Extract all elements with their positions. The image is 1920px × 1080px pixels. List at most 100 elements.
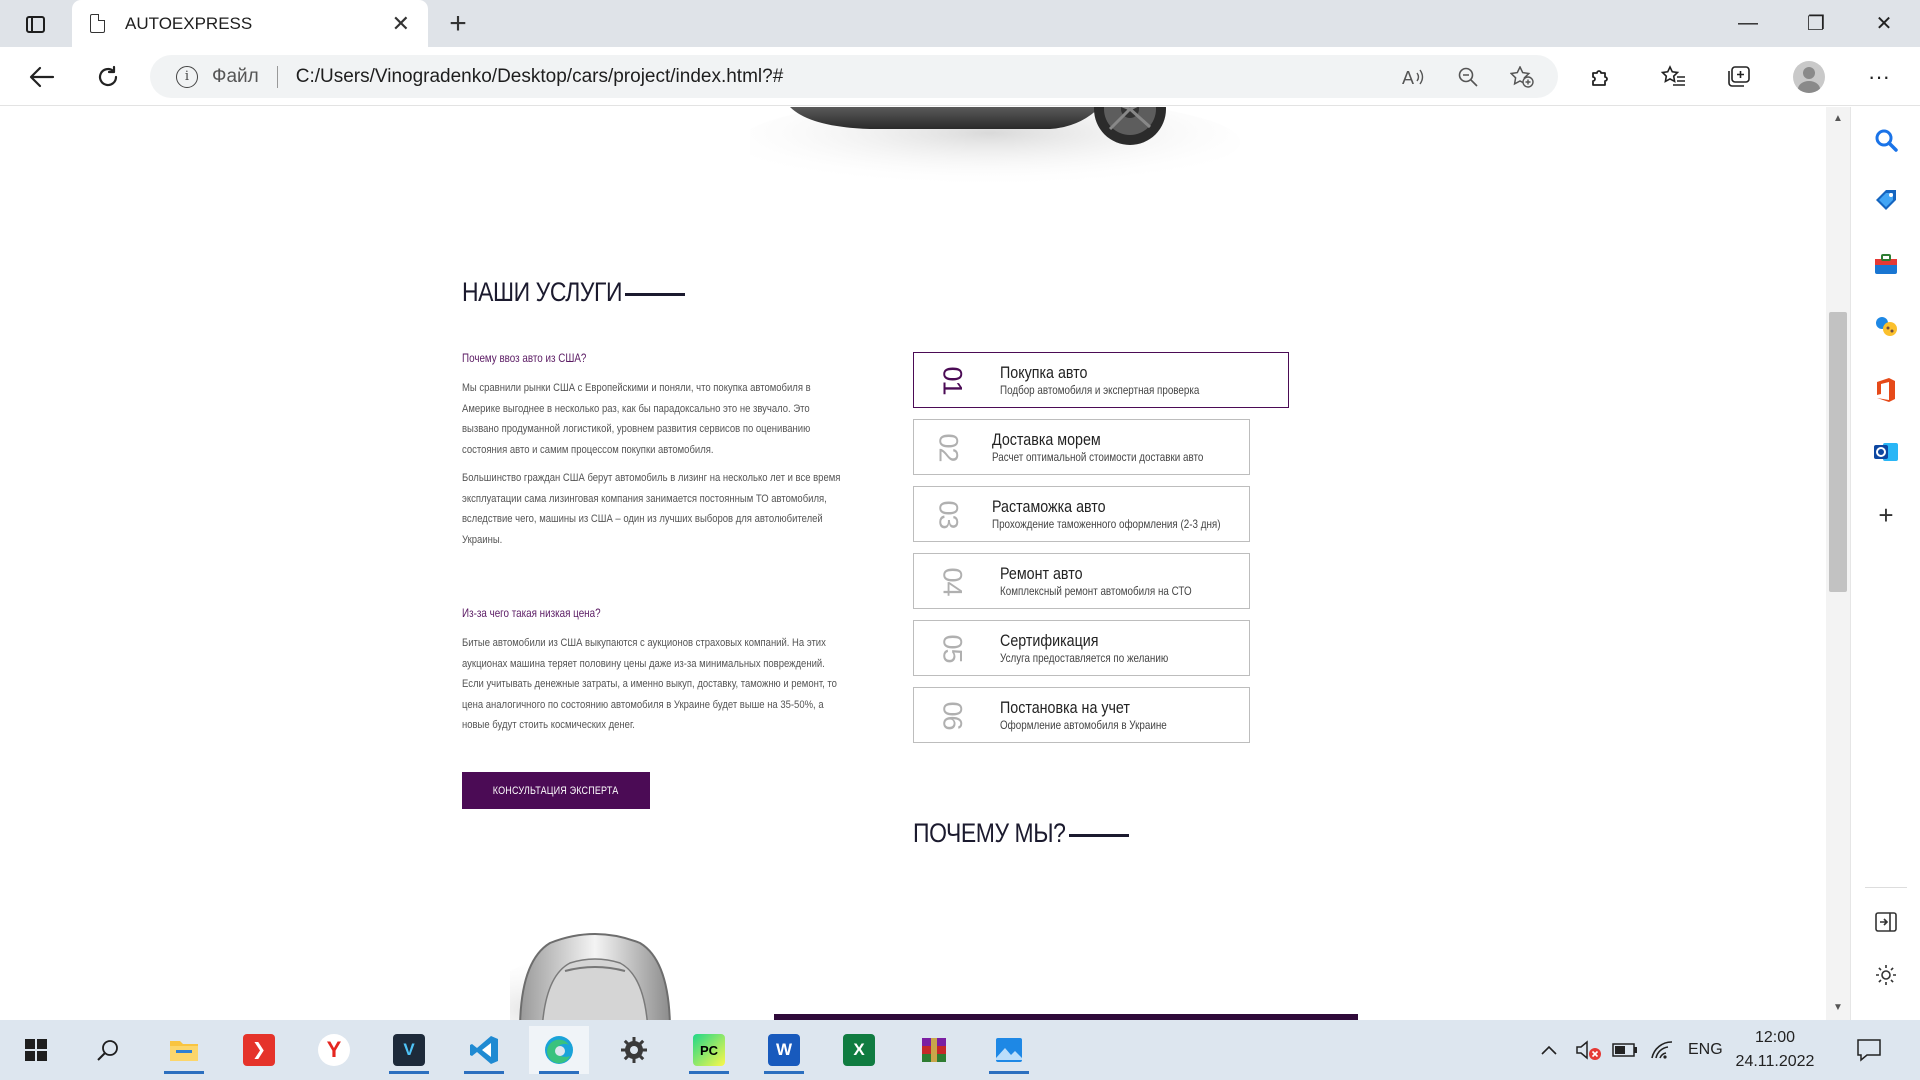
car-image-bottom	[510, 933, 671, 1020]
winrar-app[interactable]	[904, 1026, 964, 1074]
scrollbar-thumb[interactable]	[1829, 312, 1847, 592]
page-icon	[90, 14, 105, 33]
anydesk-app[interactable]: ❯	[229, 1026, 289, 1074]
start-button[interactable]	[6, 1026, 66, 1074]
photos-app[interactable]	[979, 1026, 1039, 1074]
tray-battery[interactable]	[1612, 1020, 1638, 1080]
service-item[interactable]: 06 Постановка на учет Оформление автомобил…	[913, 687, 1250, 743]
expert-consultation-label: КОНСУЛЬТАЦИЯ ЭКСПЕРТА	[493, 784, 619, 797]
profile-avatar[interactable]	[1793, 61, 1825, 93]
folder-icon	[170, 1041, 198, 1061]
url-text[interactable]: C:/Users/Vinogradenko/Desktop/cars/proje…	[296, 66, 1396, 88]
minimize-button[interactable]: —	[1714, 0, 1782, 47]
site-info-icon[interactable]: i	[176, 65, 198, 88]
file-explorer-app[interactable]	[154, 1026, 214, 1074]
reload-button[interactable]	[90, 59, 126, 95]
word-app[interactable]: W	[754, 1026, 814, 1074]
service-item[interactable]: 04 Ремонт авто Комплексный ремонт автомоби…	[913, 553, 1250, 609]
office-icon[interactable]	[1871, 375, 1901, 405]
vscode-app[interactable]	[454, 1026, 514, 1074]
active-tab[interactable]: AUTOEXPRESS ✕	[72, 0, 428, 47]
notification-icon	[1857, 1039, 1881, 1062]
pycharm-icon: PC	[693, 1034, 725, 1066]
pycharm-app[interactable]: PC	[679, 1026, 739, 1074]
expert-consultation-button[interactable]: КОНСУЛЬТАЦИЯ ЭКСПЕРТА	[462, 772, 650, 809]
service-number: 01	[934, 360, 970, 400]
word-icon: W	[768, 1034, 800, 1066]
hide-sidebar-icon[interactable]	[1871, 907, 1901, 937]
address-bar[interactable]: i Файл C:/Users/Vinogradenko/Desktop/car…	[150, 55, 1558, 98]
settings-app[interactable]	[604, 1026, 664, 1074]
puzzle-icon	[1592, 70, 1608, 86]
volume-muted-icon	[1576, 1040, 1601, 1060]
favorites-list-icon	[1661, 65, 1685, 86]
excel-app[interactable]: X	[829, 1026, 889, 1074]
service-item[interactable]: 01 Покупка авто Подбор автомобиля и экспер…	[913, 352, 1289, 408]
search-icon	[97, 1040, 118, 1061]
read-aloud-icon[interactable]: A	[1396, 59, 1432, 95]
svg-text:A: A	[1402, 68, 1414, 87]
chevron-up-icon	[1541, 1045, 1557, 1055]
tray-volume[interactable]	[1575, 1020, 1603, 1080]
tab-close-button[interactable]: ✕	[392, 12, 410, 35]
sidebar-settings-icon[interactable]	[1871, 960, 1901, 990]
v-app[interactable]: V	[379, 1026, 439, 1074]
yandex-icon: Y	[318, 1034, 350, 1066]
service-title: Постановка на учет	[1000, 698, 1130, 717]
scroll-up-arrow-icon[interactable]: ▲	[1832, 113, 1844, 124]
tab-actions-button[interactable]	[18, 10, 52, 38]
service-text: Покупка авто Подбор автомобиля и экспертн…	[1000, 362, 1243, 398]
service-number-text: 06	[937, 700, 968, 730]
gear-icon	[621, 1037, 647, 1063]
why-usa-paragraph-2: Большинство граждан США берут автомобиль…	[462, 472, 841, 546]
tray-language[interactable]: ENG	[1688, 1020, 1723, 1080]
extensions-button[interactable]	[1583, 59, 1619, 95]
shopping-tag-icon[interactable]	[1871, 185, 1901, 215]
winrar-icon	[922, 1038, 946, 1062]
battery-icon	[1612, 1043, 1637, 1057]
notifications-button[interactable]	[1856, 1020, 1882, 1080]
service-item[interactable]: 02 Доставка морем Расчет оптимальной стоим…	[913, 419, 1250, 475]
edge-app[interactable]	[529, 1026, 589, 1074]
v-app-icon: V	[393, 1034, 425, 1066]
service-subtitle: Подбор автомобиля и экспертная проверка	[1000, 383, 1200, 397]
outlook-icon[interactable]	[1871, 437, 1901, 467]
taskbar-search-button[interactable]	[78, 1026, 138, 1074]
service-text: Растаможка авто Прохождение таможенного о…	[992, 496, 1271, 532]
tray-clock[interactable]: 12:00 24.11.2022	[1725, 1026, 1825, 1074]
close-window-button[interactable]: ✕	[1850, 0, 1918, 47]
scroll-down-arrow-icon[interactable]: ▼	[1832, 1002, 1844, 1013]
new-tab-button[interactable]: +	[440, 6, 476, 42]
running-indicator	[764, 1071, 804, 1074]
collections-icon	[1728, 66, 1750, 87]
back-button[interactable]	[24, 59, 60, 95]
games-icon[interactable]	[1871, 312, 1901, 342]
search-icon[interactable]	[1871, 125, 1901, 155]
zoom-out-icon[interactable]	[1450, 59, 1486, 95]
service-item[interactable]: 05 Сертификация Услуга предоставляется по …	[913, 620, 1250, 676]
low-price-question: Из-за чего такая низкая цена?	[462, 606, 601, 620]
anydesk-icon: ❯	[243, 1034, 275, 1066]
tools-briefcase-icon[interactable]	[1871, 249, 1901, 279]
service-number-text: 05	[937, 633, 968, 663]
add-favorite-icon[interactable]	[1504, 59, 1540, 95]
service-subtitle: Оформление автомобиля в Украине	[1000, 718, 1167, 732]
services-title-line	[625, 293, 685, 296]
service-title: Покупка авто	[1000, 363, 1088, 382]
more-menu-button[interactable]: ···	[1861, 59, 1897, 95]
collections-button[interactable]	[1721, 59, 1757, 95]
services-description: Почему ввоз авто из США? Мы сравнили рын…	[462, 351, 842, 744]
yandex-browser-app[interactable]: Y	[304, 1026, 364, 1074]
service-item[interactable]: 03 Растаможка авто Прохождение таможенного…	[913, 486, 1250, 542]
maximize-button[interactable]: ❐	[1782, 0, 1850, 47]
running-indicator	[689, 1071, 729, 1074]
tray-show-hidden[interactable]	[1540, 1020, 1558, 1080]
running-indicator	[464, 1071, 504, 1074]
add-sidebar-app-icon[interactable]: +	[1871, 500, 1901, 530]
tray-wifi[interactable]	[1650, 1020, 1674, 1080]
favorites-button[interactable]	[1656, 59, 1692, 95]
page-scrollbar[interactable]: ▲ ▼	[1826, 107, 1850, 1020]
excel-icon: X	[843, 1034, 875, 1066]
car-image-top	[750, 107, 1240, 187]
tab-bar: AUTOEXPRESS ✕ + — ❐ ✕	[0, 0, 1920, 47]
